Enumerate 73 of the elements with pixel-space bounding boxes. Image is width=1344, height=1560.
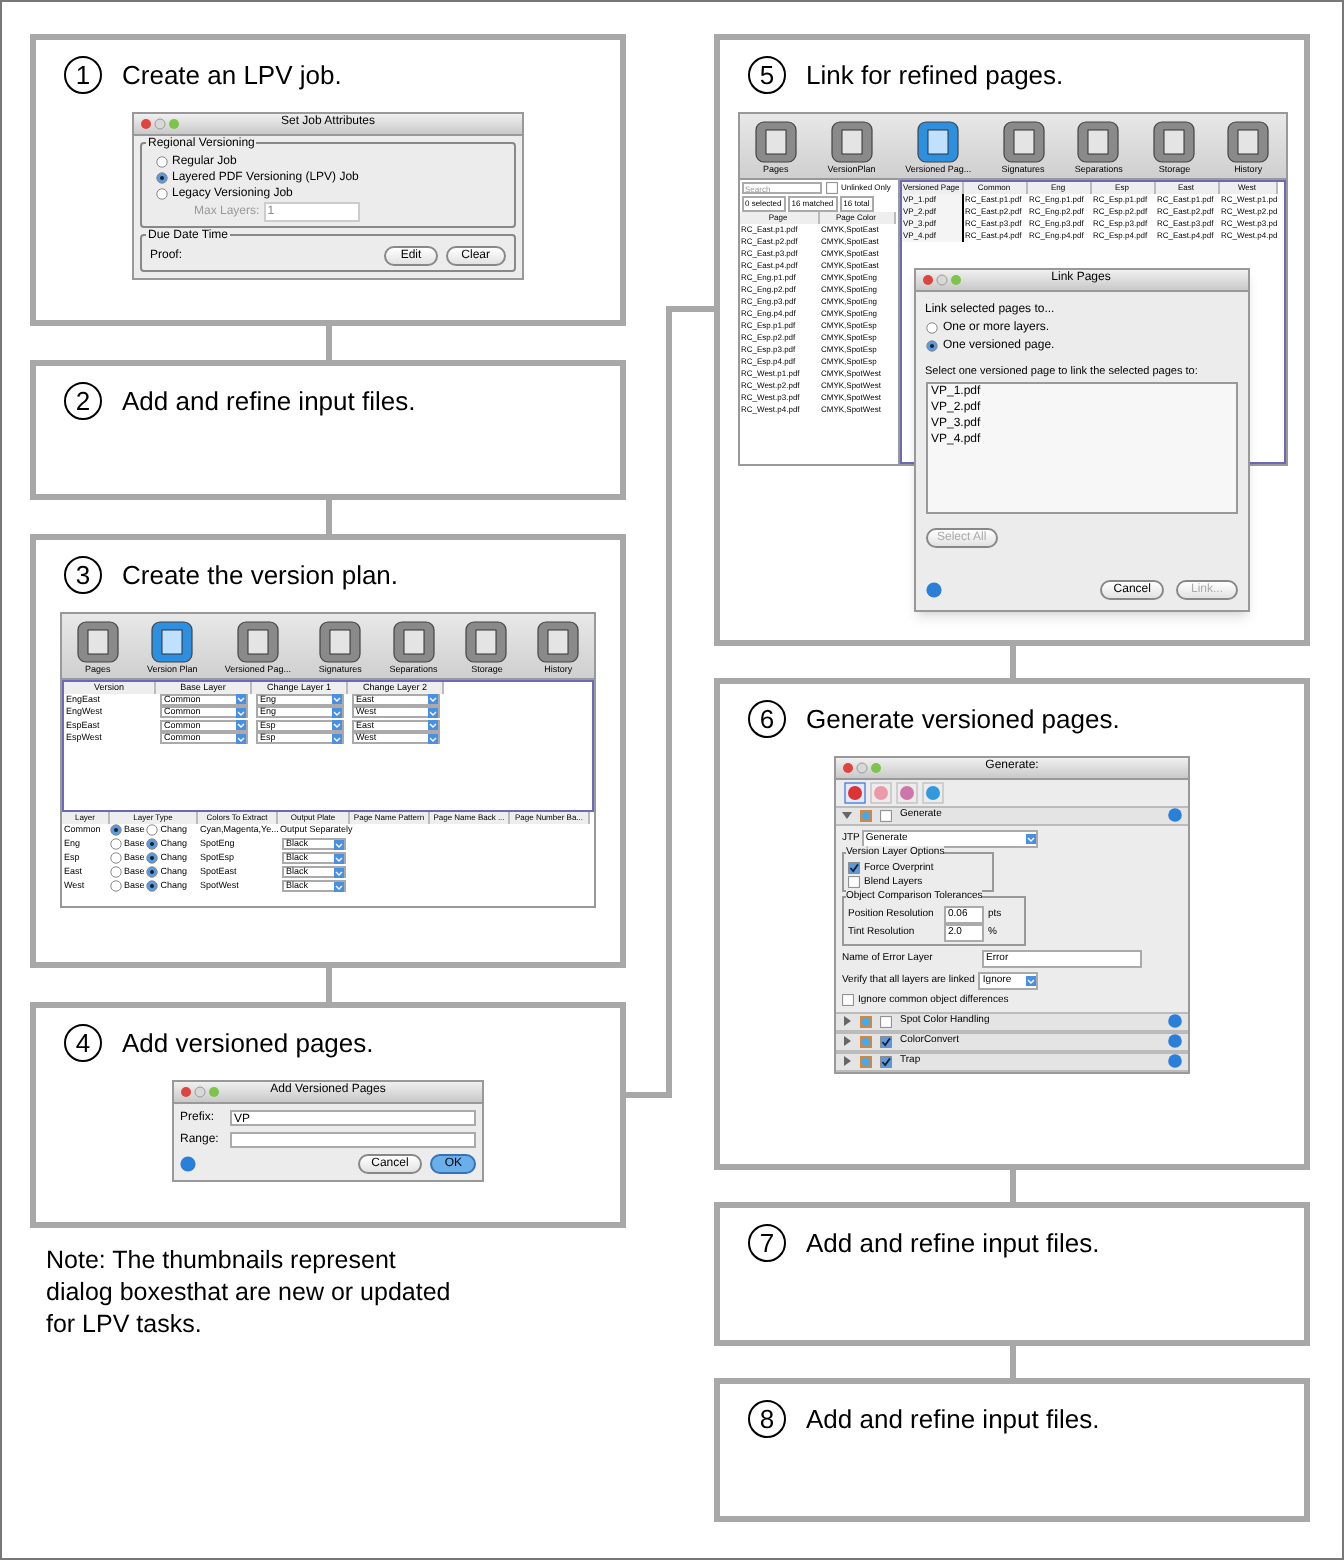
page-icon bbox=[1001, 119, 1046, 163]
step-title: Create an LPV job. bbox=[122, 58, 342, 94]
radio-button[interactable] bbox=[110, 838, 122, 850]
step-title: Add and refine input files. bbox=[806, 1226, 1100, 1262]
page-icon bbox=[536, 619, 581, 663]
radio-button[interactable] bbox=[110, 824, 122, 836]
page-icon bbox=[753, 119, 798, 163]
radio-button[interactable] bbox=[146, 852, 159, 864]
step-number: 5 bbox=[748, 56, 786, 95]
dropdown-arrow-icon bbox=[1025, 833, 1036, 843]
dropdown-arrow-icon bbox=[334, 839, 344, 849]
checkbox[interactable] bbox=[880, 809, 892, 821]
page-icon bbox=[235, 619, 280, 663]
page-icon bbox=[75, 619, 120, 663]
color-icon bbox=[860, 1055, 872, 1067]
triangle-down-icon bbox=[842, 810, 852, 820]
page-icon bbox=[391, 619, 436, 663]
dropdown-arrow-icon bbox=[334, 867, 344, 877]
page-icon bbox=[318, 619, 363, 663]
step-number: 2 bbox=[64, 382, 102, 421]
checkbox[interactable] bbox=[848, 876, 860, 888]
checkbox[interactable] bbox=[880, 1055, 892, 1067]
radio-button[interactable] bbox=[110, 866, 122, 878]
step-title: Generate versioned pages. bbox=[806, 702, 1120, 738]
radio-button[interactable] bbox=[156, 171, 168, 183]
checkbox[interactable] bbox=[825, 181, 837, 193]
input-field[interactable] bbox=[230, 1131, 476, 1147]
step-number: 6 bbox=[748, 700, 786, 739]
radio-button[interactable] bbox=[146, 880, 159, 892]
page-icon bbox=[1152, 119, 1197, 163]
page-icon bbox=[150, 619, 195, 663]
radio-button[interactable] bbox=[925, 321, 937, 333]
help-icon[interactable] bbox=[925, 581, 941, 597]
page-icon bbox=[916, 119, 961, 163]
radio-button[interactable] bbox=[156, 155, 168, 167]
checkbox[interactable] bbox=[842, 994, 854, 1006]
color-icon bbox=[860, 1035, 872, 1047]
step-title: Add and refine input files. bbox=[806, 1402, 1100, 1438]
color-wheel-icon[interactable] bbox=[922, 781, 944, 803]
page-icon bbox=[1226, 119, 1271, 163]
dropdown-arrow-icon bbox=[1026, 975, 1037, 985]
step-title: Create the version plan. bbox=[122, 558, 399, 594]
dropdown-arrow-icon bbox=[334, 853, 344, 863]
checkbox[interactable] bbox=[848, 862, 860, 874]
step-number: 4 bbox=[64, 1024, 102, 1063]
page-icon bbox=[464, 619, 509, 663]
radio-button[interactable] bbox=[156, 187, 168, 199]
step-title: Add versioned pages. bbox=[122, 1026, 374, 1062]
dropdown-arrow-icon bbox=[334, 881, 344, 891]
radio-button[interactable] bbox=[146, 866, 159, 878]
help-icon[interactable] bbox=[1168, 808, 1182, 822]
color-icon bbox=[860, 1015, 872, 1027]
step-number: 8 bbox=[748, 1400, 786, 1439]
color-wheel-icon[interactable] bbox=[896, 781, 918, 803]
page-icon bbox=[1076, 119, 1121, 163]
step-number: 1 bbox=[64, 56, 102, 95]
radio-button[interactable] bbox=[146, 824, 159, 836]
checkbox[interactable] bbox=[880, 1015, 892, 1027]
radio-button[interactable] bbox=[110, 880, 122, 892]
step-number: 3 bbox=[64, 556, 102, 595]
color-wheel-icon[interactable] bbox=[870, 781, 892, 803]
step-title: Link for refined pages. bbox=[806, 58, 1064, 94]
checkbox[interactable] bbox=[880, 1035, 892, 1047]
radio-button[interactable] bbox=[146, 838, 159, 850]
radio-button[interactable] bbox=[925, 339, 937, 351]
step-number: 7 bbox=[748, 1224, 786, 1263]
page-icon bbox=[829, 119, 874, 163]
help-icon[interactable] bbox=[180, 1155, 196, 1171]
step-title: Add and refine input files. bbox=[122, 384, 416, 420]
color-icon bbox=[860, 809, 872, 821]
radio-button[interactable] bbox=[110, 852, 122, 864]
note-text: Note: The thumbnails represent dialog boxesthat are new or updated for LPV tasks. bbox=[46, 1244, 453, 1340]
color-wheel-icon[interactable] bbox=[844, 781, 866, 803]
